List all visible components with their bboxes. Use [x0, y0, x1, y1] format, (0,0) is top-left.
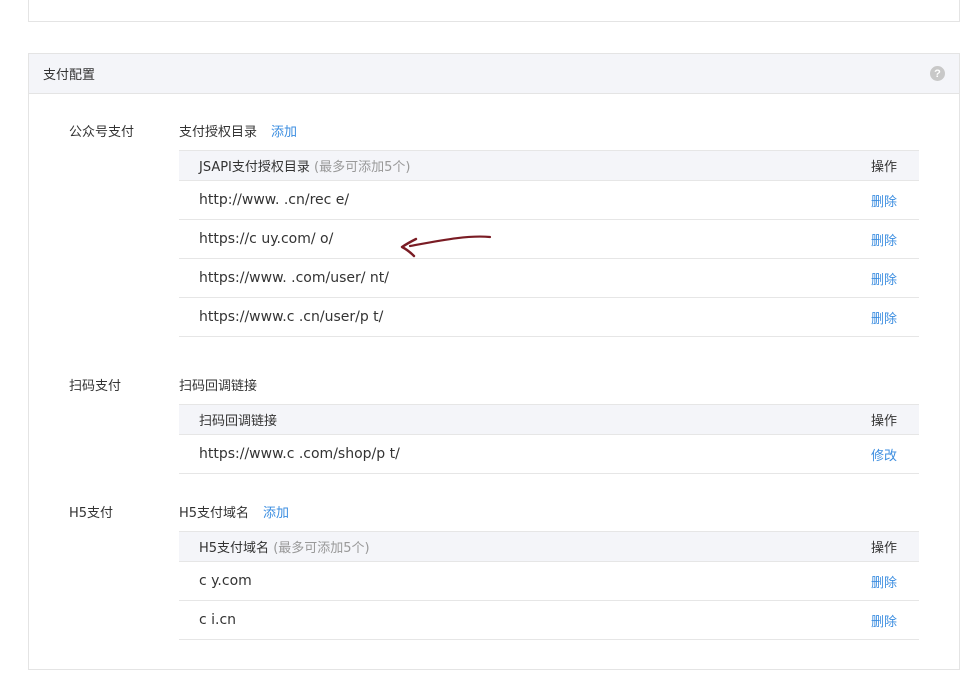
jsapi-sub-label: 支付授权目录 — [179, 125, 258, 140]
h5-domain: c i.cn — [199, 612, 237, 628]
question-circle-icon[interactable]: ? — [930, 66, 945, 81]
scan-action-header: 操作 — [870, 414, 897, 429]
h5-table: H5支付域名 (最多可添加5个) 操作 c y.com 删除 c i.cn 删除 — [179, 531, 919, 640]
jsapi-url: https://www. .com/user/ nt/ — [199, 270, 389, 286]
annotation-arrow-icon — [400, 235, 492, 258]
delete-button[interactable]: 删除 — [871, 269, 897, 288]
h5-column-title: H5支付域名 — [199, 541, 270, 556]
h5-add-link[interactable]: 添加 — [263, 502, 289, 521]
jsapi-add-link[interactable]: 添加 — [271, 121, 297, 140]
scan-table-header: 扫码回调链接 操作 — [179, 404, 919, 435]
jsapi-table: JSAPI支付授权目录 (最多可添加5个) 操作 http://www. .cn… — [179, 150, 919, 337]
table-row: https://www. .com/user/ nt/ 删除 — [179, 259, 919, 298]
h5-sub-label: H5支付域名 — [179, 506, 250, 521]
jsapi-column-hint: (最多可添加5个) — [314, 160, 411, 175]
delete-button[interactable]: 删除 — [871, 230, 897, 249]
table-row: c i.cn 删除 — [179, 601, 919, 640]
section-label-scan: 扫码支付 — [69, 379, 122, 394]
table-row: https://c uy.com/ o/ 删除 — [179, 220, 919, 259]
delete-button[interactable]: 删除 — [871, 308, 897, 327]
jsapi-column-header: JSAPI支付授权目录 (最多可添加5个) — [199, 156, 410, 175]
jsapi-url: https://www.c .cn/user/p t/ — [199, 309, 384, 325]
panel-header: 支付配置 ? — [29, 54, 959, 94]
previous-panel-bottom — [28, 0, 960, 22]
scan-sub-header: 扫码回调链接 — [179, 375, 257, 394]
delete-button[interactable]: 删除 — [871, 611, 897, 630]
scan-table: 扫码回调链接 操作 https://www.c .com/shop/p t/ 修… — [179, 404, 919, 474]
table-row: http://www. .cn/rec e/ 删除 — [179, 181, 919, 220]
section-label-jsapi: 公众号支付 — [69, 125, 135, 140]
delete-button[interactable]: 删除 — [871, 191, 897, 210]
scan-sub-label: 扫码回调链接 — [179, 379, 258, 394]
table-row: c y.com 删除 — [179, 562, 919, 601]
delete-button[interactable]: 删除 — [871, 572, 897, 591]
h5-domain: c y.com — [199, 573, 252, 589]
payment-config-panel: 支付配置 ? 公众号支付 支付授权目录 添加 JSAPI支付授权目录 (最多可添… — [28, 53, 960, 670]
h5-column-hint: (最多可添加5个) — [273, 541, 370, 556]
panel-title: 支付配置 — [43, 68, 96, 83]
jsapi-column-title: JSAPI支付授权目录 — [199, 160, 310, 175]
jsapi-action-header: 操作 — [870, 160, 897, 175]
jsapi-table-header: JSAPI支付授权目录 (最多可添加5个) 操作 — [179, 150, 919, 181]
section-label-h5: H5支付 — [69, 506, 114, 521]
table-row: https://www.c .cn/user/p t/ 删除 — [179, 298, 919, 337]
jsapi-url: https://c uy.com/ o/ — [199, 231, 334, 247]
table-row: https://www.c .com/shop/p t/ 修改 — [179, 435, 919, 474]
scan-url: https://www.c .com/shop/p t/ — [199, 446, 400, 462]
h5-action-header: 操作 — [870, 541, 897, 556]
jsapi-sub-header: 支付授权目录 添加 — [179, 121, 297, 140]
h5-table-header: H5支付域名 (最多可添加5个) 操作 — [179, 531, 919, 562]
scan-column-header: 扫码回调链接 — [199, 414, 278, 429]
edit-button[interactable]: 修改 — [871, 445, 897, 464]
jsapi-url: http://www. .cn/rec e/ — [199, 192, 350, 208]
h5-column-header: H5支付域名 (最多可添加5个) — [199, 537, 370, 556]
h5-sub-header: H5支付域名 添加 — [179, 502, 289, 521]
